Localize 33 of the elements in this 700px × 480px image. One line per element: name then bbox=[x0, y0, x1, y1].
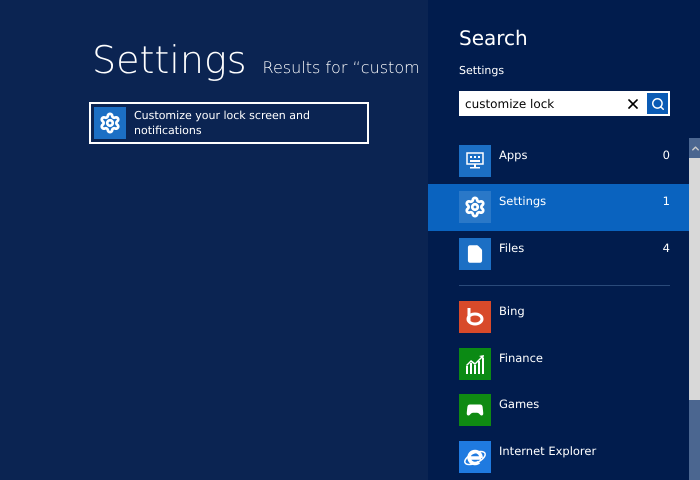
app-item[interactable]: Finance bbox=[428, 340, 689, 388]
result-count: 0 bbox=[662, 147, 670, 162]
category-label: Apps bbox=[499, 147, 528, 162]
app-label: Games bbox=[499, 396, 540, 412]
category-item[interactable]: Settings 1 bbox=[428, 184, 689, 231]
app-label: Internet Explorer bbox=[499, 442, 598, 458]
letter-b-icon bbox=[464, 306, 486, 328]
category-label: Settings bbox=[499, 193, 548, 208]
gear-icon bbox=[464, 196, 486, 218]
page-title: Settings bbox=[92, 38, 247, 82]
keyboard-monitor-icon bbox=[465, 151, 485, 171]
search-icon bbox=[650, 96, 664, 110]
scrollbar[interactable] bbox=[689, 138, 700, 480]
pane-title: Search bbox=[459, 26, 529, 50]
category-item[interactable]: Apps 0 bbox=[428, 138, 689, 184]
category-item[interactable]: Files 4 bbox=[428, 230, 689, 278]
app-item[interactable]: Games bbox=[428, 387, 689, 434]
app-item[interactable]: Internet Explorer bbox=[428, 434, 689, 480]
category-label: Files bbox=[499, 240, 526, 255]
app-label: Finance bbox=[499, 350, 544, 365]
search-button[interactable] bbox=[645, 91, 670, 116]
gear-icon bbox=[99, 112, 121, 134]
results-heading: Results for “custom bbox=[262, 58, 420, 77]
rising-chart-icon bbox=[464, 352, 486, 375]
search-scope: Settings bbox=[459, 64, 506, 77]
search-result[interactable]: Customize your lock screen and notifications bbox=[89, 102, 369, 144]
app-item[interactable]: Bing bbox=[428, 294, 689, 341]
result-count: 4 bbox=[662, 240, 670, 255]
document-icon bbox=[465, 244, 485, 264]
clear-button[interactable] bbox=[621, 91, 645, 116]
result-count: 1 bbox=[662, 193, 670, 208]
search-field[interactable]: customize lock bbox=[459, 91, 621, 116]
app-label: Bing bbox=[499, 303, 526, 318]
